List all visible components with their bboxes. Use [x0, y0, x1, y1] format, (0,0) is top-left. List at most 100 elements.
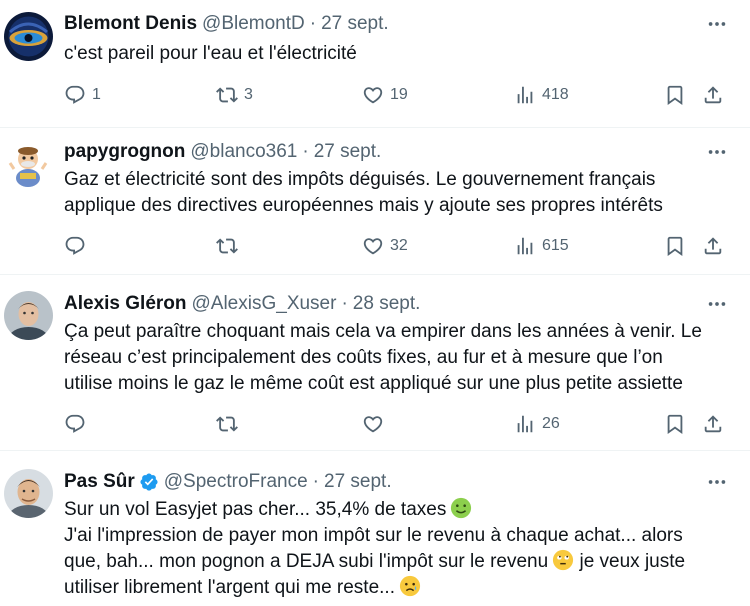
tweet-date[interactable]: 27 sept.: [324, 471, 392, 493]
retweet-icon: [216, 84, 238, 106]
avatar[interactable]: [4, 291, 53, 340]
tweet-item[interactable]: papygrognon @blanco361 · 27 sept. Gaz et…: [0, 128, 750, 275]
verified-badge-icon: [140, 473, 158, 491]
tweet-item[interactable]: Pas Sûr @SpectroFrance · 27 sept. Sur un…: [0, 451, 750, 606]
views-count: 615: [542, 237, 569, 254]
author-handle[interactable]: @AlexisG_Xuser: [192, 293, 337, 315]
tweet-date[interactable]: 28 sept.: [353, 293, 421, 315]
author-name[interactable]: Pas Sûr: [64, 471, 135, 493]
bookmark-button[interactable]: [664, 412, 686, 436]
like-count: 19: [390, 86, 408, 103]
author-handle[interactable]: @BlemontD: [202, 13, 305, 35]
heart-icon: [362, 235, 384, 257]
tweet-date[interactable]: 27 sept.: [314, 141, 382, 163]
bookmark-icon: [664, 413, 686, 435]
tweet-text-line: J'ai l'impression de payer mon impôt sur…: [64, 525, 683, 546]
tweet-header: papygrognon @blanco361 · 27 sept.: [64, 138, 381, 166]
reply-icon: [64, 235, 86, 257]
author-handle[interactable]: @blanco361: [190, 141, 297, 163]
share-icon: [702, 235, 724, 257]
tweet-item[interactable]: Alexis Gléron @AlexisG_Xuser · 28 sept. …: [0, 275, 750, 451]
like-button[interactable]: 32: [362, 234, 408, 258]
reply-button[interactable]: [64, 234, 86, 258]
share-button[interactable]: [702, 234, 724, 258]
views-button[interactable]: 418: [514, 83, 569, 107]
reply-button[interactable]: [64, 412, 86, 436]
retweet-icon: [216, 413, 238, 435]
tweet-text: c'est pareil pour l'eau et l'électricité: [64, 41, 734, 67]
retweet-icon: [216, 235, 238, 257]
sad-but-relieved-face-emoji: [399, 575, 421, 597]
share-button[interactable]: [702, 83, 724, 107]
tweet-actions: 1 3 19 418: [64, 83, 734, 107]
views-count: 418: [542, 86, 569, 103]
views-chart-icon: [514, 84, 536, 106]
bookmark-button[interactable]: [664, 234, 686, 258]
nauseated-face-emoji: [451, 497, 472, 519]
tweet-text-segment: que, bah... mon pognon a DEJA subi l'imp…: [64, 551, 549, 572]
reply-button[interactable]: 1: [64, 83, 101, 107]
tweet-text-line: que, bah... mon pognon a DEJA subi l'imp…: [64, 549, 734, 575]
like-count: 32: [390, 237, 408, 254]
tweet-actions: 32 615: [64, 234, 734, 258]
views-button[interactable]: 615: [514, 234, 569, 258]
author-name[interactable]: Alexis Gléron: [64, 293, 187, 315]
tweet-header: Alexis Gléron @AlexisG_Xuser · 28 sept.: [64, 290, 420, 318]
retweet-count: 3: [244, 86, 253, 103]
bookmark-icon: [664, 84, 686, 106]
tweet-text: Ça peut paraître choquant mais cela va e…: [64, 319, 734, 397]
more-horizontal-icon[interactable]: [702, 12, 732, 36]
tweet-text: Gaz et électricité sont des impôts dégui…: [64, 167, 734, 219]
views-button[interactable]: 26: [514, 412, 560, 436]
views-count: 26: [542, 415, 560, 432]
heart-icon: [362, 84, 384, 106]
retweet-button[interactable]: [216, 234, 238, 258]
reply-icon: [64, 413, 86, 435]
share-icon: [702, 413, 724, 435]
tweet-text-segment: utiliser librement l'argent qui me reste…: [64, 577, 395, 598]
tweet-text-line: réseau c’est principalement des coûts fi…: [64, 347, 663, 368]
bookmark-icon: [664, 235, 686, 257]
tweet-text-line: Sur un vol Easyjet pas cher... 35,4% de …: [64, 497, 734, 523]
more-horizontal-icon[interactable]: [702, 470, 732, 494]
heart-icon: [362, 413, 384, 435]
like-button[interactable]: [362, 412, 384, 436]
tweet-header: Pas Sûr @SpectroFrance · 27 sept.: [64, 468, 392, 496]
tweet-text-line: c'est pareil pour l'eau et l'électricité: [64, 43, 357, 64]
tweet-item[interactable]: Blemont Denis @BlemontD · 27 sept. c'est…: [0, 0, 750, 128]
avatar[interactable]: [4, 139, 53, 188]
author-name[interactable]: Blemont Denis: [64, 13, 197, 35]
more-horizontal-icon[interactable]: [702, 140, 732, 164]
reply-icon: [64, 84, 86, 106]
tweet-header: Blemont Denis @BlemontD · 27 sept.: [64, 10, 389, 38]
avatar[interactable]: [4, 12, 53, 61]
tweet-text-segment: Sur un vol Easyjet pas cher... 35,4% de …: [64, 499, 447, 520]
tweet-text-line: Ça peut paraître choquant mais cela va e…: [64, 321, 702, 342]
retweet-button[interactable]: 3: [216, 83, 253, 107]
views-chart-icon: [514, 413, 536, 435]
separator: ·: [309, 13, 317, 34]
tweet-text-line: applique des directives européennes mais…: [64, 195, 663, 216]
reply-count: 1: [92, 86, 101, 103]
views-chart-icon: [514, 235, 536, 257]
tweet-text-line: utiliser librement l'argent qui me reste…: [64, 575, 734, 601]
tweet-text-line: Gaz et électricité sont des impôts dégui…: [64, 169, 656, 190]
author-handle[interactable]: @SpectroFrance: [164, 471, 308, 493]
tweet-actions: 26: [64, 412, 734, 436]
tweet-feed: Blemont Denis @BlemontD · 27 sept. c'est…: [0, 0, 750, 606]
bookmark-button[interactable]: [664, 83, 686, 107]
face-with-rolling-eyes-emoji: [553, 549, 574, 571]
separator: ·: [302, 141, 309, 162]
share-button[interactable]: [702, 412, 724, 436]
author-name[interactable]: papygrognon: [64, 141, 185, 163]
share-icon: [702, 84, 724, 106]
more-horizontal-icon[interactable]: [702, 292, 732, 316]
tweet-text-line: utilise moins le gaz le même coût est ap…: [64, 373, 683, 394]
tweet-date[interactable]: 27 sept.: [321, 13, 389, 35]
avatar[interactable]: [4, 469, 53, 518]
separator: ·: [341, 293, 348, 314]
tweet-text: Sur un vol Easyjet pas cher... 35,4% de …: [64, 497, 734, 601]
tweet-text-segment: je veux juste: [579, 551, 686, 572]
like-button[interactable]: 19: [362, 83, 408, 107]
retweet-button[interactable]: [216, 412, 238, 436]
